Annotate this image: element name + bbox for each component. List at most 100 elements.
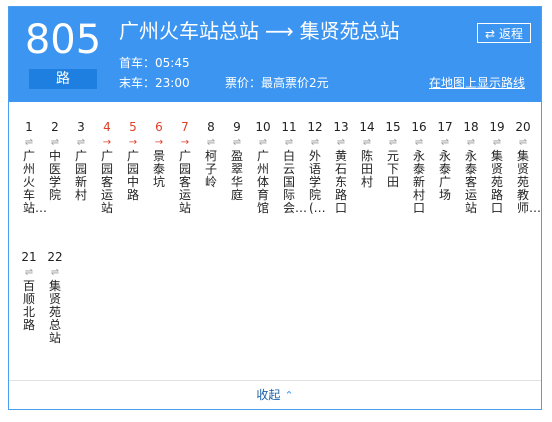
origin-station: 广州火车站总站 [119,19,259,43]
stop-name: 柯子岭 [205,149,218,189]
stop-number: 1 [25,120,33,134]
stop-item[interactable]: 12 ⇌ 外语学院(… [304,119,326,215]
swap-icon: ⇄ [485,27,496,41]
stop-number: 3 [77,120,85,134]
route-suffix: 路 [29,69,97,89]
stop-number: 22 [47,250,63,264]
chevron-up-icon: ⌃ [284,389,294,402]
two-way-arrow-icon: ⇌ [284,137,294,148]
stop-number: 17 [437,120,453,134]
divider [9,380,541,381]
return-trip-button[interactable]: ⇄ 返程 [477,23,531,43]
two-way-arrow-icon: ⇌ [414,137,424,148]
one-way-arrow-icon: → [128,137,138,148]
two-way-arrow-icon: ⇌ [518,137,528,148]
stop-item[interactable]: 1 ⇌ 广州火车站… [18,119,48,215]
stop-name: 集贤苑总站 [49,279,62,345]
one-way-arrow-icon: → [180,137,190,148]
collapse-label: 收起 [256,388,281,402]
stop-number: 20 [515,120,531,134]
two-way-arrow-icon: ⇌ [258,137,268,148]
two-way-arrow-icon: ⇌ [440,137,450,148]
stop-item[interactable]: 8 ⇌ 柯子岭 [200,119,222,189]
bus-route-card: 805 路 广州火车站总站 ⟶ 集贤苑总站 ⇄ 返程 首车：05:45 末车：23:… [8,6,542,410]
two-way-arrow-icon: ⇌ [206,137,216,148]
stop-item[interactable]: 15 ⇌ 元下田 [382,119,404,189]
stop-item[interactable]: 7 → 广园客运站 [174,119,196,215]
stop-name: 黄石东路口 [335,149,348,215]
stop-item[interactable]: 19 ⇌ 集贤苑路口 [486,119,508,215]
stop-name: 广州体育馆 [257,149,270,215]
stop-item[interactable]: 21 ⇌ 百顺北路 [18,249,40,332]
stop-item[interactable]: 9 ⇌ 盈翠华庭 [226,119,248,202]
stop-name: 元下田 [387,149,400,189]
show-on-map-link[interactable]: 在地图上显示路线 [429,74,525,91]
two-way-arrow-icon: ⇌ [492,137,502,148]
stop-name: 广州火车站… [23,149,48,215]
stop-name: 永泰广场 [439,149,452,202]
stop-item[interactable]: 14 ⇌ 陈田村 [356,119,378,189]
first-bus-time: 首车：05:45 [119,56,190,70]
one-way-arrow-icon: → [102,137,112,148]
stop-item[interactable]: 18 ⇌ 永泰客运站 [460,119,482,215]
stop-number: 15 [385,120,401,134]
two-way-arrow-icon: ⇌ [50,267,60,278]
stop-item[interactable]: 20 ⇌ 集贤苑教师… [512,119,542,215]
stop-name: 集贤苑路口 [491,149,504,215]
one-way-arrow-icon: → [154,137,164,148]
stop-number: 19 [489,120,505,134]
stop-number: 2 [51,120,59,134]
two-way-arrow-icon: ⇌ [336,137,346,148]
stop-name: 永泰新村口 [413,149,426,215]
stop-number: 5 [129,120,137,134]
two-way-arrow-icon: ⇌ [466,137,476,148]
stop-number: 21 [21,250,37,264]
route-header: 805 路 广州火车站总站 ⟶ 集贤苑总站 ⇄ 返程 首车：05:45 末车：23:… [9,7,541,102]
two-way-arrow-icon: ⇌ [76,137,86,148]
two-way-arrow-icon: ⇌ [24,137,34,148]
stop-item[interactable]: 10 ⇌ 广州体育馆 [252,119,274,215]
stop-name: 广园新村 [75,149,88,202]
stop-number: 8 [207,120,215,134]
stop-name: 永泰客运站 [465,149,478,215]
stop-number: 16 [411,120,427,134]
stop-number: 14 [359,120,375,134]
stop-item[interactable]: 17 ⇌ 永泰广场 [434,119,456,202]
stop-name: 中医学院 [49,149,62,202]
stop-name: 景泰坑 [153,149,166,189]
two-way-arrow-icon: ⇌ [50,137,60,148]
stop-number: 11 [281,120,297,134]
stop-name: 盈翠华庭 [231,149,244,202]
stop-item[interactable]: 2 ⇌ 中医学院 [44,119,66,202]
stop-number: 13 [333,120,349,134]
stop-name: 陈田村 [361,149,374,189]
stop-name: 广园客运站 [101,149,114,215]
two-way-arrow-icon: ⇌ [362,137,372,148]
stop-number: 12 [307,120,323,134]
stop-item[interactable]: 6 → 景泰坑 [148,119,170,189]
collapse-button[interactable]: 收起 ⌃ [9,385,541,406]
stop-number: 9 [233,120,241,134]
stop-number: 18 [463,120,479,134]
two-way-arrow-icon: ⇌ [24,267,34,278]
two-way-arrow-icon: ⇌ [232,137,242,148]
stop-item[interactable]: 16 ⇌ 永泰新村口 [408,119,430,215]
two-way-arrow-icon: ⇌ [388,137,398,148]
stop-item[interactable]: 3 ⇌ 广园新村 [70,119,92,202]
fare-info: 票价：最高票价2元 [225,76,329,90]
stop-name: 集贤苑教师… [517,149,542,215]
route-number: 805 [24,17,102,63]
stop-name: 外语学院(… [309,149,326,215]
stop-number: 10 [255,120,271,134]
stop-name: 百顺北路 [23,279,36,332]
stop-item[interactable]: 5 → 广园中路 [122,119,144,202]
stop-item[interactable]: 13 ⇌ 黄石东路口 [330,119,352,215]
stop-item[interactable]: 11 ⇌ 白云国际会… [278,119,307,215]
route-title: 广州火车站总站 ⟶ 集贤苑总站 [119,17,400,45]
stop-number: 6 [155,120,163,134]
stop-item[interactable]: 4 → 广园客运站 [96,119,118,215]
last-bus-time: 末车：23:00 [119,76,190,90]
stop-item[interactable]: 22 ⇌ 集贤苑总站 [44,249,66,345]
stop-number: 7 [181,120,189,134]
stop-name: 广园客运站 [179,149,192,215]
